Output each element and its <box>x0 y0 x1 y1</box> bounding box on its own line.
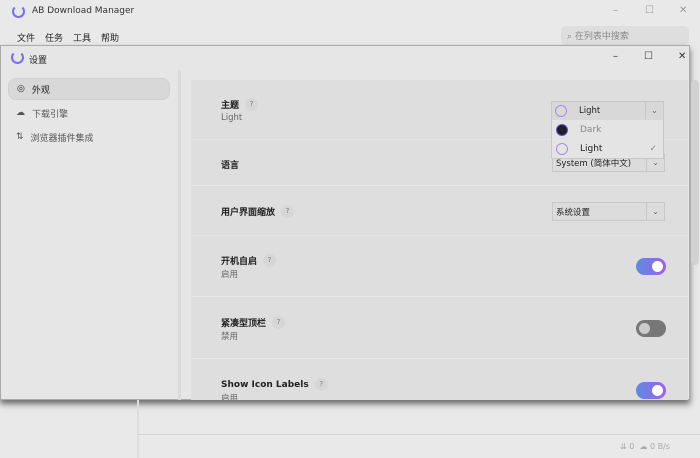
scrollbar-thumb[interactable] <box>691 80 699 265</box>
search-input[interactable]: ⌕ 在列表中搜索 <box>561 26 689 45</box>
sort-arrows-icon: ⇅ <box>16 132 24 142</box>
app-title: AB Download Manager <box>32 6 135 16</box>
settings-dialog: 设置 – ☐ ✕ ◎ 外观 ☁ 下载引擎 ⇅ 浏览器插件集成 主题? Light 语言… <box>0 45 699 400</box>
check-icon: ✓ <box>649 143 657 154</box>
dialog-maximize-button[interactable]: ☐ <box>644 51 653 62</box>
download-speed: ⇊ 0 ☁ 0 B/s <box>620 442 670 451</box>
menu-bar: 文件 任务 工具 帮助 <box>17 31 129 44</box>
sidebar-item-browser-integration[interactable]: ⇅ 浏览器插件集成 <box>8 126 170 148</box>
help-icon[interactable]: ? <box>263 254 277 267</box>
dialog-title: 设置 <box>29 56 48 66</box>
menu-tools[interactable]: 工具 <box>73 34 91 44</box>
download-icon: ⇊ <box>620 442 627 451</box>
palette-icon: ◎ <box>17 84 25 94</box>
main-divider <box>137 400 139 458</box>
theme-option-light[interactable]: Light ✓ <box>552 139 663 158</box>
show-icon-labels-toggle[interactable] <box>636 382 666 399</box>
help-icon[interactable]: ? <box>272 316 286 329</box>
sidebar-divider <box>178 70 181 400</box>
theme-select[interactable]: Light ⌄ <box>551 101 664 121</box>
cloud-download-icon: ☁ <box>16 108 25 118</box>
upload-icon: ☁ <box>639 442 648 451</box>
chevron-down-icon: ⌄ <box>646 203 664 220</box>
theme-option-dark[interactable]: Dark <box>552 120 663 139</box>
dark-theme-icon <box>556 123 568 136</box>
status-divider <box>139 434 700 435</box>
setting-ui-scale: 用户界面缩放? 系统设置 ⌄ <box>191 186 688 236</box>
ui-scale-select[interactable]: 系统设置 ⌄ <box>552 202 665 221</box>
help-icon[interactable]: ? <box>281 205 295 218</box>
maximize-button[interactable]: ☐ <box>645 5 654 16</box>
setting-show-icon-labels: Show Icon Labels? 启用 <box>191 359 688 400</box>
compact-topbar-toggle[interactable] <box>636 320 666 337</box>
light-theme-icon <box>556 142 568 155</box>
dialog-minimize-button[interactable]: – <box>613 51 618 62</box>
minimize-button[interactable]: – <box>613 5 618 16</box>
app-logo-icon <box>12 5 25 18</box>
chevron-down-icon: ⌄ <box>645 102 663 119</box>
close-button[interactable]: ✕ <box>679 5 687 16</box>
sidebar-item-appearance[interactable]: ◎ 外观 <box>8 78 170 100</box>
search-icon: ⌕ <box>567 32 573 42</box>
menu-tasks[interactable]: 任务 <box>45 34 63 44</box>
sidebar-item-download-engine[interactable]: ☁ 下载引擎 <box>8 102 170 124</box>
light-theme-icon <box>555 105 567 117</box>
help-icon[interactable]: ? <box>245 98 259 111</box>
menu-file[interactable]: 文件 <box>17 34 35 44</box>
dialog-close-button[interactable]: ✕ <box>678 51 686 62</box>
setting-compact-topbar: 紧凑型顶栏? 禁用 <box>191 297 688 359</box>
dialog-logo-icon <box>11 51 24 64</box>
setting-autostart: 开机自启? 启用 <box>191 236 688 297</box>
autostart-toggle[interactable] <box>636 258 666 275</box>
theme-dropdown-menu: Dark Light ✓ <box>551 120 664 159</box>
help-icon[interactable]: ? <box>314 378 328 391</box>
menu-help[interactable]: 帮助 <box>101 34 119 44</box>
